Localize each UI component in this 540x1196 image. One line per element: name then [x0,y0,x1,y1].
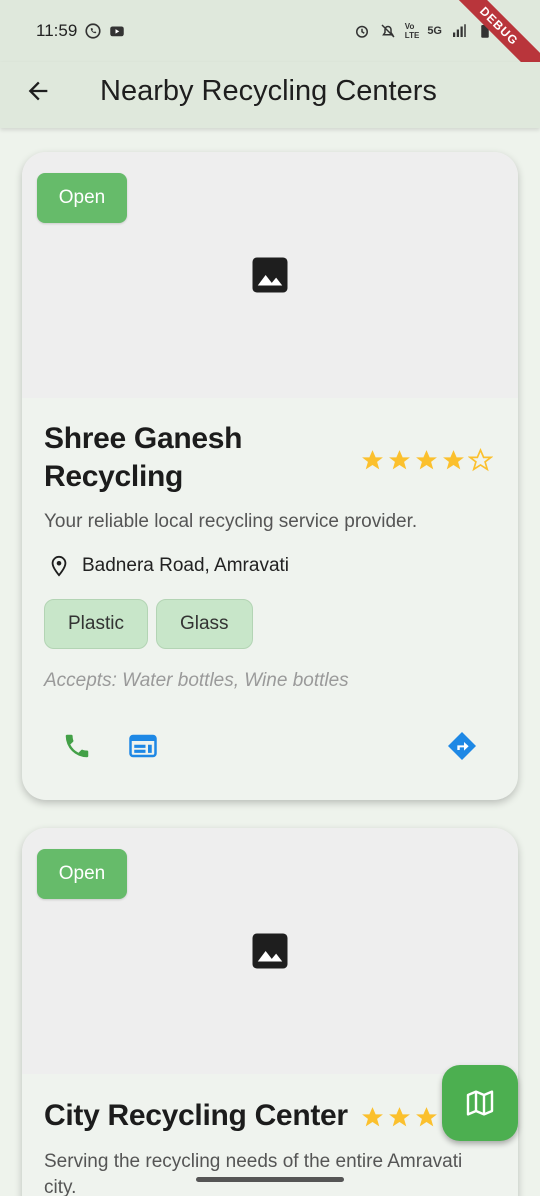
address-row: Badnera Road, Amravati [48,554,289,578]
star-outline-icon [468,448,493,472]
location-pin-icon [51,555,67,577]
image-icon [252,257,288,293]
open-status-badge: Open [37,173,127,223]
website-button[interactable] [127,730,159,762]
call-button[interactable] [61,730,93,762]
web-icon [129,734,157,758]
star-filled-icon [416,450,437,470]
whatsapp-icon [85,23,101,39]
directions-icon [448,732,476,760]
back-button[interactable] [18,71,58,111]
material-chip[interactable]: Glass [155,599,253,649]
status-bar: 11:59 Vo LTE 5G [0,0,540,62]
directions-button[interactable] [446,730,478,762]
home-indicator[interactable] [196,1177,344,1182]
volte-label: Vo LTE [404,22,420,40]
accepted-items: Accepts: Water bottles, Wine bottles [44,670,349,691]
app-bar: Nearby Recycling Centers [0,62,540,128]
center-name: City Recycling Center [44,1099,348,1132]
arrow-back-icon [28,81,48,101]
alarm-icon [355,25,368,38]
star-filled-icon [389,450,410,470]
star-rating [360,1105,439,1130]
center-image-placeholder: Open [22,152,518,398]
page-title: Nearby Recycling Centers [100,75,437,107]
material-chip[interactable]: Plastic [44,599,148,649]
star-filled-icon [416,1107,437,1127]
status-time: 11:59 [36,21,78,40]
center-description: Serving the recycling needs of the entir… [44,1151,463,1196]
recycling-center-card[interactable]: Open [22,828,518,1196]
screen: 11:59 Vo LTE 5G DEBUG Nearby Recycling C… [0,0,540,1196]
star-filled-icon [362,1107,383,1127]
status-left-icons [84,22,126,40]
youtube-icon [110,26,124,37]
star-rating [360,448,493,473]
phone-icon [65,734,89,758]
center-description: Your reliable local recycling service pr… [44,511,418,532]
center-image-placeholder: Open [22,828,518,1074]
center-name: Shree Ganesh Recycling [44,422,243,493]
star-filled-icon [389,1107,410,1127]
star-filled-icon [443,450,464,470]
signal-icon [453,24,466,37]
map-view-fab[interactable] [442,1065,518,1141]
mute-icon [381,24,395,38]
image-icon [252,933,288,969]
network-label: 5G [427,25,442,37]
center-address: Badnera Road, Amravati [82,555,290,576]
star-filled-icon [362,450,383,470]
open-status-badge: Open [37,849,127,899]
map-icon [466,1090,494,1116]
material-chips: Plastic Glass [44,599,253,649]
status-right-icons: Vo LTE 5G [353,22,494,40]
